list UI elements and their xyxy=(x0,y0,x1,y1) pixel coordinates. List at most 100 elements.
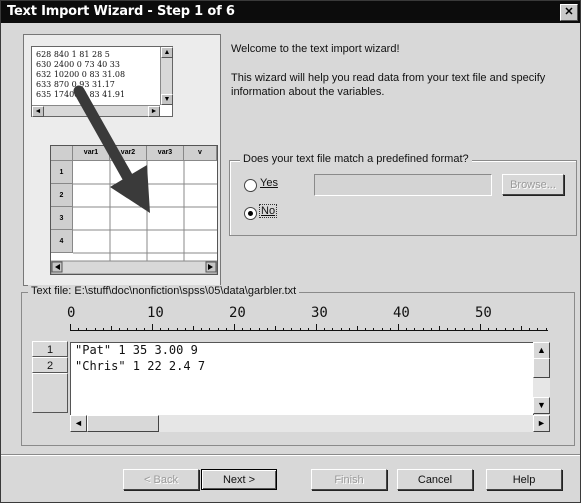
ruler-tick xyxy=(258,328,260,331)
ruler-tick xyxy=(480,324,481,331)
ruler-tick xyxy=(242,328,244,331)
ruler-tick xyxy=(332,328,334,331)
wizard-illustration: 628 840 1 81 28 5 630 2400 0 73 40 33 63… xyxy=(23,34,221,286)
ruler-tick xyxy=(102,328,104,331)
scroll-right-button[interactable]: ► xyxy=(533,415,550,432)
ruler-label: 0 xyxy=(67,305,76,321)
ruler-tick xyxy=(209,328,211,331)
ruler-label: 20 xyxy=(229,305,246,321)
ruler-tick xyxy=(176,328,178,331)
text-file-path: Text file: E:\stuff\doc\nonfiction\spss\… xyxy=(28,285,300,297)
ruler-tick xyxy=(217,328,219,331)
ruler-tick xyxy=(127,328,129,331)
close-button[interactable]: ✕ xyxy=(560,4,578,21)
ruler-tick xyxy=(422,328,424,331)
ruler-tick xyxy=(160,328,162,331)
ruler-tick xyxy=(439,326,440,331)
ruler-tick xyxy=(521,326,522,331)
ruler-tick xyxy=(168,328,170,331)
yes-label[interactable]: Yes xyxy=(260,177,278,189)
row-number-column: 1 2 xyxy=(32,341,69,437)
ruler-tick xyxy=(348,328,350,331)
ruler-tick xyxy=(119,328,121,331)
ruler-tick xyxy=(184,328,186,331)
ruler-tick xyxy=(455,328,457,331)
text-file-preview-group: Text file: E:\stuff\doc\nonfiction\spss\… xyxy=(21,285,575,446)
ruler-tick xyxy=(471,328,473,331)
browse-button[interactable]: Browse... xyxy=(502,174,564,195)
ruler-tick xyxy=(94,328,96,331)
ruler-tick xyxy=(430,328,432,331)
ruler-tick xyxy=(447,328,449,331)
ruler-tick xyxy=(201,328,203,331)
ruler-tick xyxy=(357,326,358,331)
scroll-down-button[interactable]: ▼ xyxy=(533,397,550,414)
horizontal-scroll-thumb[interactable] xyxy=(87,415,159,432)
wizard-description: This wizard will help you read data from… xyxy=(231,72,546,98)
scroll-up-button[interactable]: ▲ xyxy=(533,342,550,359)
yes-label-text: Yes xyxy=(260,177,278,189)
text-import-wizard-dialog: Text Import Wizard - Step 1 of 6 ✕ 628 8… xyxy=(0,0,581,503)
ruler-tick xyxy=(398,324,399,331)
ruler-label: 50 xyxy=(475,305,492,321)
cancel-button[interactable]: Cancel xyxy=(397,469,473,490)
ruler-tick xyxy=(86,328,88,331)
ruler-tick xyxy=(193,326,194,331)
ruler-tick xyxy=(414,328,416,331)
ruler-tick xyxy=(496,328,498,331)
ruler-tick xyxy=(152,324,153,331)
ruler-tick xyxy=(545,328,547,331)
predefined-format-file-field[interactable] xyxy=(314,174,492,196)
back-button[interactable]: < Back xyxy=(123,469,199,490)
yes-radio[interactable] xyxy=(244,179,257,192)
ruler-tick xyxy=(225,328,227,331)
next-button[interactable]: Next > xyxy=(201,469,277,490)
ruler-tick xyxy=(234,324,235,331)
welcome-text: Welcome to the text import wizard! xyxy=(231,43,400,55)
ruler-label: 10 xyxy=(147,305,164,321)
ruler-tick xyxy=(307,328,309,331)
ruler-tick xyxy=(324,328,326,331)
ruler-tick xyxy=(78,328,80,331)
file-line: "Pat" 1 35 3.00 9 xyxy=(75,343,198,357)
ruler-tick xyxy=(111,326,112,331)
ruler-tick xyxy=(406,328,408,331)
ruler-tick xyxy=(275,326,276,331)
window-title: Text Import Wizard - Step 1 of 6 xyxy=(7,4,235,19)
ruler-tick xyxy=(512,328,514,331)
ruler-tick xyxy=(488,328,490,331)
ruler-tick xyxy=(373,328,375,331)
ruler-tick xyxy=(463,328,465,331)
ruler-label: 40 xyxy=(393,305,410,321)
ruler-tick xyxy=(283,328,285,331)
predefined-format-question: Does your text file match a predefined f… xyxy=(240,153,472,165)
ruler-tick xyxy=(340,328,342,331)
ruler-tick xyxy=(250,328,252,331)
no-label-text: No xyxy=(261,205,276,217)
ruler-tick xyxy=(299,328,301,331)
ruler-tick xyxy=(143,328,145,331)
radio-selected-dot xyxy=(248,211,253,216)
ruler-tick xyxy=(135,328,137,331)
scroll-left-button[interactable]: ◄ xyxy=(70,415,87,432)
title-bar[interactable]: Text Import Wizard - Step 1 of 6 ✕ xyxy=(1,1,580,23)
vertical-scroll-thumb[interactable] xyxy=(533,358,550,378)
finish-button[interactable]: Finish xyxy=(311,469,387,490)
row-number: 1 xyxy=(32,341,68,357)
help-button[interactable]: Help xyxy=(486,469,562,490)
no-label[interactable]: No xyxy=(258,204,278,218)
ruler-tick xyxy=(291,328,293,331)
ruler-tick xyxy=(70,324,71,331)
text-file-content[interactable]: "Pat" 1 35 3.00 9 "Chris" 1 22 2.4 7 xyxy=(70,342,534,416)
no-radio[interactable] xyxy=(244,207,257,220)
ruler-tick xyxy=(381,328,383,331)
vertical-scrollbar[interactable]: ▲ ▼ xyxy=(533,342,550,414)
import-arrow-icon xyxy=(73,85,150,213)
ruler-tick xyxy=(266,328,268,331)
row-number: 2 xyxy=(32,357,68,373)
file-line: "Chris" 1 22 2.4 7 xyxy=(75,359,206,373)
ruler-tick xyxy=(504,328,506,331)
ruler-tick xyxy=(537,328,539,331)
horizontal-scrollbar[interactable]: ◄ ► xyxy=(70,415,550,432)
ruler-baseline xyxy=(70,330,548,331)
